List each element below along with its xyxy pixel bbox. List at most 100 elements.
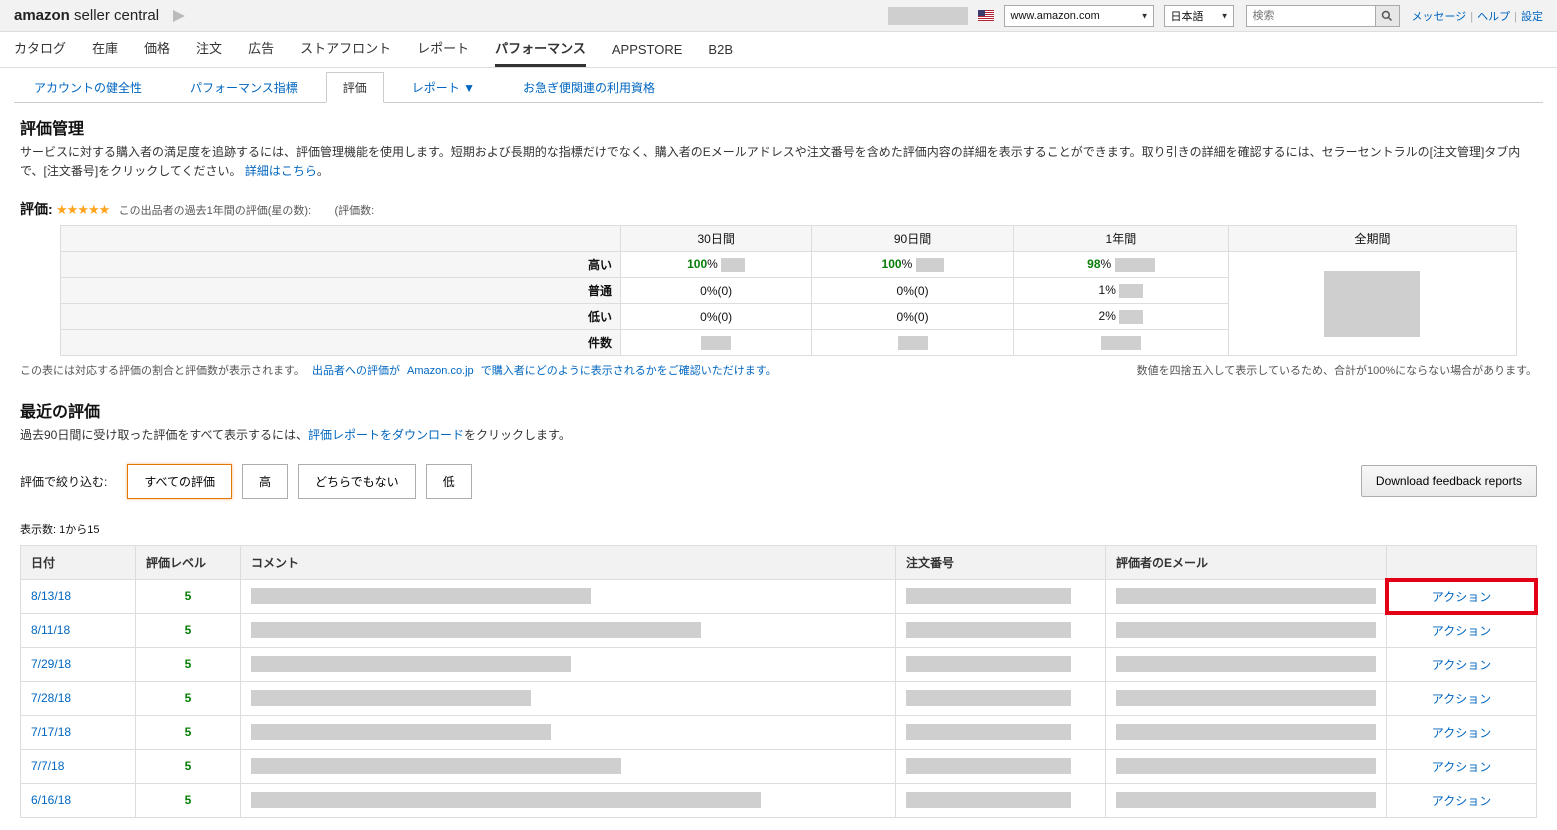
mainnav-item-1[interactable]: 在庫	[92, 38, 118, 67]
main-nav: カタログ在庫価格注文広告ストアフロントレポートパフォーマンス APPSTORE B2…	[0, 32, 1557, 68]
feedback-action-link[interactable]: アクション	[1432, 624, 1491, 638]
stats-header: 全期間	[1228, 226, 1516, 252]
feedback-row: 6/16/185アクション	[21, 783, 1537, 817]
feedback-header: 評価レベル	[136, 545, 241, 579]
stats-cell: 100%	[812, 252, 1014, 278]
feedback-order	[896, 749, 1106, 783]
feedback-row: 8/13/18 5 アクション	[21, 579, 1537, 613]
feedback-date-link[interactable]: 7/17/18	[31, 725, 71, 739]
feedback-order	[896, 613, 1106, 647]
feedback-date-link[interactable]: 8/13/18	[31, 589, 71, 603]
filter-button-2[interactable]: どちらでもない	[298, 464, 416, 499]
amazon-jp-link[interactable]: Amazon.co.jp	[407, 365, 474, 377]
feedback-date-link[interactable]: 7/28/18	[31, 691, 71, 705]
feedback-comment	[241, 613, 896, 647]
language-select[interactable]: 日本語	[1164, 5, 1234, 27]
feedback-action-link[interactable]: アクション	[1432, 760, 1491, 774]
filter-button-3[interactable]: 低	[426, 464, 472, 499]
stats-alltime-redacted	[1228, 252, 1516, 356]
feedback-row: 7/29/185アクション	[21, 647, 1537, 681]
feedback-comment	[241, 681, 896, 715]
stats-row-label: 件数	[61, 330, 621, 356]
feedback-order	[896, 783, 1106, 817]
result-count: 表示数: 1から15	[20, 521, 1537, 537]
search-input[interactable]	[1246, 5, 1376, 27]
feedback-comment	[241, 749, 896, 783]
feedback-level: 5	[136, 715, 241, 749]
feedback-order	[896, 579, 1106, 613]
subnav-item-4[interactable]: お急ぎ便関連の利用資格	[523, 73, 655, 102]
feedback-email	[1106, 579, 1387, 613]
us-flag-icon	[978, 10, 994, 21]
filter-button-0[interactable]: すべての評価	[127, 464, 232, 499]
settings-link[interactable]: 設定	[1521, 11, 1543, 23]
detail-link[interactable]: 詳細はこちら	[245, 164, 317, 178]
marketplace-select[interactable]: www.amazon.com	[1004, 5, 1154, 27]
display-info-link[interactable]: で購入者にどのように表示されるかをご確認いただけます。	[481, 365, 777, 377]
feedback-action-link[interactable]: アクション	[1432, 794, 1491, 808]
feedback-comment	[241, 783, 896, 817]
stats-cell: 98%	[1013, 252, 1228, 278]
seller-feedback-link[interactable]: 出品者への評価が	[312, 365, 400, 377]
stats-header: 30日間	[621, 226, 812, 252]
feedback-row: 7/7/185アクション	[21, 749, 1537, 783]
subnav-item-1[interactable]: パフォーマンス指標	[190, 73, 298, 102]
page-description: サービスに対する購入者の満足度を追跡するには、評価管理機能を使用します。短期およ…	[20, 143, 1537, 181]
mainnav-item-4[interactable]: 広告	[248, 38, 274, 67]
recent-description: 過去90日間に受け取った評価をすべて表示するには、評価レポートをダウンロードをク…	[20, 426, 1537, 445]
feedback-action-link[interactable]: アクション	[1432, 726, 1491, 740]
subnav-item-2[interactable]: 評価	[326, 72, 384, 103]
feedback-comment	[241, 647, 896, 681]
mainnav-item-2[interactable]: 価格	[144, 38, 170, 67]
feedback-header	[1387, 545, 1537, 579]
stats-row-label: 普通	[61, 278, 621, 304]
stats-cell: 100%	[621, 252, 812, 278]
mainnav-item-0[interactable]: カタログ	[14, 38, 66, 67]
subnav-item-3[interactable]: レポート ▼	[412, 73, 475, 102]
mainnav-item-7[interactable]: パフォーマンス	[495, 38, 586, 67]
mainnav-item-3[interactable]: 注文	[196, 38, 222, 67]
feedback-level: 5	[136, 613, 241, 647]
feedback-row: 8/11/18 5 アクション	[21, 613, 1537, 647]
feedback-table: 日付評価レベルコメント注文番号評価者のEメール8/13/185アクション8/11…	[20, 545, 1537, 818]
messages-link[interactable]: メッセージ	[1412, 11, 1467, 23]
stats-row-label: 高い	[61, 252, 621, 278]
rating-label: 評価:	[20, 201, 53, 217]
rating-meta-1: この出品者の過去1年間の評価(星の数):	[119, 205, 312, 217]
filter-bar: 評価で絞り込む: すべての評価高どちらでもない低 Download feedba…	[20, 464, 1537, 499]
mainnav-item-9[interactable]: B2B	[708, 42, 733, 67]
feedback-comment	[241, 579, 896, 613]
stats-header: 1年間	[1013, 226, 1228, 252]
feedback-date-link[interactable]: 7/29/18	[31, 657, 71, 671]
filter-button-1[interactable]: 高	[242, 464, 288, 499]
feedback-header: 注文番号	[896, 545, 1106, 579]
feedback-row: 7/28/185アクション	[21, 681, 1537, 715]
stats-cell: 0%(0)	[621, 304, 812, 330]
feedback-date-link[interactable]: 7/7/18	[31, 759, 64, 773]
subnav-item-0[interactable]: アカウントの健全性	[34, 73, 142, 102]
stats-note-right: 数値を四捨五入して表示しているため、合計が100%にならない場合があります。	[1137, 362, 1537, 378]
feedback-order	[896, 647, 1106, 681]
stats-note-left: この表には対応する評価の割合と評価数が表示されます。 出品者への評価が Amaz…	[20, 362, 777, 378]
feedback-date-link[interactable]: 8/11/18	[31, 623, 70, 637]
feedback-row: 7/17/18 5 アクション	[21, 715, 1537, 749]
stats-cell	[1013, 330, 1228, 356]
download-feedback-button[interactable]: Download feedback reports	[1361, 465, 1537, 497]
feedback-action-link[interactable]: アクション	[1432, 590, 1491, 604]
stats-cell: 2%	[1013, 304, 1228, 330]
stats-cell: 0%(0)	[812, 304, 1014, 330]
top-bar: amazon seller central www.amazon.com 日本語…	[0, 0, 1557, 32]
top-links: メッセージ|ヘルプ|設定	[1412, 8, 1544, 24]
search-button[interactable]	[1376, 5, 1400, 27]
feedback-action-link[interactable]: アクション	[1432, 658, 1491, 672]
help-link[interactable]: ヘルプ	[1477, 11, 1510, 23]
download-report-link[interactable]: 評価レポートをダウンロード	[308, 428, 464, 442]
feedback-level: 5	[136, 579, 241, 613]
feedback-date-link[interactable]: 6/16/18	[31, 793, 71, 807]
feedback-action-link[interactable]: アクション	[1432, 692, 1491, 706]
feedback-email	[1106, 681, 1387, 715]
stats-table: 30日間90日間1年間全期間高い100% 100% 98% 普通0%(0)0%(…	[60, 225, 1517, 356]
mainnav-item-5[interactable]: ストアフロント	[300, 38, 391, 67]
mainnav-item-6[interactable]: レポート	[417, 38, 469, 67]
mainnav-item-8[interactable]: APPSTORE	[612, 42, 683, 67]
